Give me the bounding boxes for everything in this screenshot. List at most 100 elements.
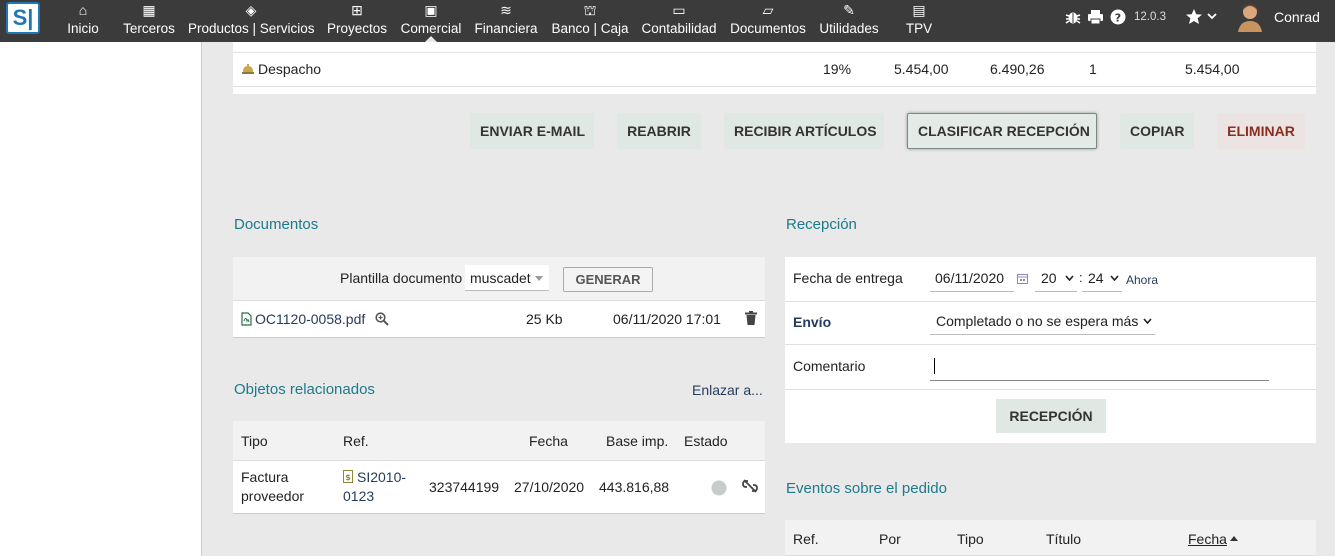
documents-generate-bar: Plantilla documento muscadet GENERAR <box>233 257 765 301</box>
reopen-button[interactable]: REABRIR <box>617 113 701 149</box>
chevron-down-icon[interactable] <box>1207 12 1217 20</box>
chevron-down-icon <box>1065 275 1074 281</box>
template-select[interactable]: muscadet <box>465 265 549 291</box>
text-caret <box>934 358 935 374</box>
service-icon <box>242 64 254 74</box>
nav-label: TPV <box>905 21 933 36</box>
nav-label: Banco | Caja <box>551 21 629 36</box>
related-ref-link[interactable]: SI2010- <box>357 469 406 485</box>
line-vat: 19% <box>823 61 852 77</box>
nav-label: Productos | Servicios <box>188 21 315 36</box>
nav-productos[interactable]: ◈ Productos | Servicios <box>188 0 315 42</box>
form-divider <box>785 301 1316 302</box>
send-email-button[interactable]: ENVIAR E-MAIL <box>470 113 594 149</box>
related-type-line2: proveedor <box>241 488 305 504</box>
minute-select[interactable]: 24 <box>1082 267 1122 292</box>
col-status: Estado <box>684 433 728 449</box>
cube-icon: ◈ <box>245 2 257 18</box>
nav-documentos[interactable]: ▱ Documentos <box>729 0 807 42</box>
nav-label: Documentos <box>730 21 806 36</box>
related-supplier-ref: 323744199 <box>429 479 500 495</box>
reception-form: Fecha de entrega 06/11/2020 20 : 24 Ahor… <box>785 257 1316 443</box>
shipping-label: Envío <box>793 314 832 330</box>
sort-asc-icon[interactable] <box>1230 536 1238 541</box>
related-object-row: Factura proveedor $ SI2010- 0123 3237441… <box>233 461 765 514</box>
svg-text:?: ? <box>1115 12 1121 25</box>
copy-button[interactable]: COPIAR <box>1120 113 1194 149</box>
nav-comercial[interactable]: ▣ Comercial <box>399 0 463 42</box>
events-section-title: Eventos sobre el pedido <box>786 480 947 497</box>
classify-reception-button[interactable]: CLASIFICAR RECEPCIÓN <box>907 113 1097 149</box>
bank-icon: ⛫ <box>583 2 597 18</box>
wrench-icon: ✎ <box>843 2 855 18</box>
nav-financiera[interactable]: ≋ Financiera <box>474 0 538 42</box>
nav-label: Inicio <box>67 21 99 36</box>
app-logo[interactable]: S| <box>6 2 40 34</box>
document-file-link[interactable]: OC1120-0058.pdf <box>255 311 365 327</box>
template-value: muscadet <box>470 270 531 286</box>
nav-contabilidad[interactable]: ▭ Contabilidad <box>640 0 718 42</box>
trash-icon[interactable] <box>745 311 757 325</box>
document-file-date: 06/11/2020 17:01 <box>613 311 721 327</box>
line-price-ht: 5.454,00 <box>894 61 949 77</box>
help-icon[interactable]: ? <box>1110 9 1126 25</box>
line-qty: 1 <box>1089 61 1097 77</box>
col-date: Fecha <box>529 433 568 449</box>
left-side-panel <box>0 42 202 556</box>
invoice-icon: $ <box>343 470 353 483</box>
link-to-button[interactable]: Enlazar a... <box>692 382 763 398</box>
nav-tpv[interactable]: ▤ TPV <box>902 0 936 42</box>
documents-section-title: Documentos <box>234 216 319 233</box>
generate-button[interactable]: GENERAR <box>563 267 653 292</box>
chevron-down-icon <box>1110 275 1119 281</box>
building-icon: ▦ <box>142 2 156 18</box>
now-link[interactable]: Ahora <box>1126 273 1158 287</box>
related-objects-title: Objetos relacionados <box>234 381 375 398</box>
nav-label: Contabilidad <box>641 21 717 36</box>
delete-button[interactable]: ELIMINAR <box>1217 113 1305 149</box>
chevron-down-icon <box>1143 318 1152 324</box>
documents-table: Plantilla documento muscadet GENERAR OC1… <box>233 257 765 338</box>
hour-select[interactable]: 20 <box>1035 267 1077 292</box>
nav-proyectos[interactable]: ⊞ Proyectos <box>326 0 388 42</box>
sitemap-icon: ⊞ <box>351 2 363 18</box>
related-objects-header: Tipo Ref. Fecha Base imp. Estado <box>233 421 765 461</box>
user-avatar[interactable] <box>1236 2 1264 32</box>
money-check-icon: ▭ <box>672 2 686 18</box>
unlink-icon[interactable] <box>742 478 758 494</box>
nav-utilidades[interactable]: ✎ Utilidades <box>817 0 881 42</box>
folder-open-icon: ▱ <box>762 2 774 18</box>
svg-text:$: $ <box>345 473 351 482</box>
bookmark-star-icon[interactable] <box>1185 8 1203 25</box>
calendar-icon[interactable] <box>1017 274 1028 284</box>
related-date: 27/10/2020 <box>514 479 585 495</box>
comment-input[interactable] <box>930 353 1269 381</box>
delivery-date-input[interactable]: 06/11/2020 <box>930 267 1014 292</box>
receive-items-button[interactable]: RECIBIR ARTÍCULOS <box>724 113 884 149</box>
reception-submit-button[interactable]: RECEPCIÓN <box>996 399 1106 433</box>
username[interactable]: Conrad <box>1274 0 1320 42</box>
minute-value: 24 <box>1088 270 1104 286</box>
shipping-status-value: Completado o no se espera más <box>936 313 1139 329</box>
shipping-status-select[interactable]: Completado o no se espera más <box>930 310 1155 335</box>
nav-banco-caja[interactable]: ⛫ Banco | Caja <box>550 0 630 42</box>
version-label: 12.0.3 <box>1134 11 1166 23</box>
nav-terceros[interactable]: ▦ Terceros <box>122 0 176 42</box>
related-objects-table: Tipo Ref. Fecha Base imp. Estado Factura… <box>233 421 765 514</box>
print-icon[interactable] <box>1087 9 1104 25</box>
nav-label: Comercial <box>400 21 462 36</box>
bug-icon[interactable] <box>1065 9 1081 25</box>
document-file-row: OC1120-0058.pdf 25 Kb 06/11/2020 17:01 <box>233 301 765 338</box>
col-base: Base imp. <box>606 433 669 449</box>
preview-zoom-icon[interactable] <box>375 312 389 326</box>
nav-label: Financiera <box>474 21 538 36</box>
events-col-date-sort[interactable]: Fecha <box>1188 531 1227 547</box>
related-ref-link-cont[interactable]: 0123 <box>343 488 374 504</box>
line-label: Despacho <box>258 61 322 77</box>
nav-inicio[interactable]: ⌂ Inicio <box>64 0 102 42</box>
events-col-type: Tipo <box>957 531 984 547</box>
document-file-size: 25 Kb <box>526 311 563 327</box>
col-type: Tipo <box>241 433 268 449</box>
top-menu-bar: S| ⌂ Inicio ▦ Terceros ◈ Productos | Ser… <box>0 0 1335 42</box>
events-table-header: Ref. Por Tipo Título Fecha <box>785 520 1316 556</box>
